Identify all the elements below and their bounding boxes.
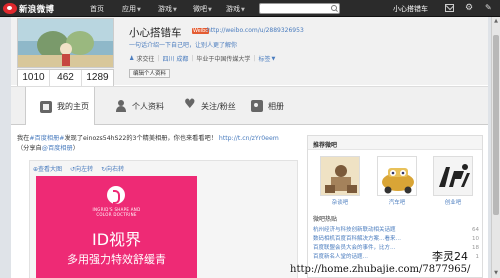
app-thumbnail bbox=[320, 156, 360, 196]
avatar[interactable] bbox=[17, 18, 114, 68]
image-title: ID视界 bbox=[91, 230, 142, 249]
user-icon: ♟ bbox=[129, 55, 135, 62]
brand-logo-icon bbox=[107, 186, 125, 204]
person-icon bbox=[115, 100, 127, 112]
profile-page: 1010 关注 462 粉丝 1289 微博 小心搭错车 Weibo http:… bbox=[11, 17, 488, 278]
recommended-title: 推荐微吧 bbox=[308, 136, 482, 150]
profile-location[interactable]: 四川 成都 bbox=[162, 54, 188, 63]
feed: 我在#百度相册#发现了einozs54hS22的3个精美相册，你也来看看吧！ h… bbox=[11, 125, 299, 278]
divider: | bbox=[191, 55, 194, 62]
tab-label: 关注/粉丝 bbox=[201, 101, 236, 111]
top-navigation-bar: 新浪微博 首页 应用▼ 游戏▼ 微吧▼ 游戏▼ 小心搭错车 ⚙ ✎ bbox=[0, 0, 500, 17]
profile-gender: 求交往 bbox=[136, 56, 155, 63]
image-subtitle: 多用强力特效舒缓青 bbox=[67, 253, 166, 266]
edit-profile-button[interactable]: 编辑个人资料 bbox=[129, 69, 170, 78]
app-item[interactable]: 杂谈吧 bbox=[320, 156, 360, 206]
vertical-scrollbar[interactable]: ▲ ▼ bbox=[491, 17, 500, 278]
search-input[interactable] bbox=[259, 3, 340, 14]
scroll-up-icon[interactable]: ▲ bbox=[493, 18, 499, 24]
app-thumbnail bbox=[377, 156, 417, 196]
chevron-down-icon: ▼ bbox=[173, 7, 177, 13]
app-thumbnail bbox=[433, 156, 473, 196]
nav-item-apps[interactable]: 应用▼ bbox=[122, 4, 141, 14]
tab-label: 个人资料 bbox=[132, 101, 164, 111]
gear-icon[interactable]: ⚙ bbox=[465, 4, 474, 13]
watermark-url: http://home.zhubajie.com/7877965/ bbox=[290, 264, 471, 275]
chevron-down-icon[interactable]: ▼ bbox=[271, 56, 275, 62]
list-item[interactable]: 杭州经济与科技创新联动相关话题 64 bbox=[313, 226, 479, 235]
mail-icon[interactable] bbox=[445, 4, 454, 12]
current-user-name[interactable]: 小心搭错车 bbox=[393, 4, 428, 14]
post-image[interactable]: INGRID'S SHAPE AND COLOR DOCTRINE ID视界 多用… bbox=[36, 176, 197, 278]
post-text: 我在#百度相册#发现了einozs54hS22的3个精美相册，你也来看看吧！ h… bbox=[17, 135, 279, 152]
heart-icon bbox=[184, 97, 196, 112]
nav-item-weiba[interactable]: 微吧▼ bbox=[193, 4, 212, 14]
photo-actions: ⊕查看大图 ↺向左转 ↻向右转 bbox=[33, 164, 124, 173]
app-label: 汽车吧 bbox=[388, 200, 406, 206]
watermark-name: 李灵24 bbox=[432, 250, 468, 263]
rotate-left-button[interactable]: ↺向左转 bbox=[70, 164, 93, 173]
posts-count: 1289 bbox=[86, 72, 109, 83]
logo-text: 新浪微博 bbox=[19, 4, 55, 15]
nav-item-games-2[interactable]: 游戏▼ bbox=[226, 4, 245, 14]
chevron-down-icon: ▼ bbox=[241, 7, 245, 13]
profile-info: ♟ 求交往 | 四川 成都 | 毕业于中国传媒大学 | 标签 ▼ bbox=[129, 54, 275, 63]
chevron-down-icon: ▼ bbox=[208, 7, 212, 13]
profile-name: 小心搭错车 bbox=[129, 27, 182, 39]
divider: | bbox=[253, 55, 256, 62]
profile-url[interactable]: http://weibo.com/u/2889326953 bbox=[207, 27, 304, 34]
divider: | bbox=[157, 55, 160, 62]
nav-item-home[interactable]: 首页 bbox=[90, 4, 104, 14]
image-caption: INGRID'S SHAPE AND COLOR DOCTRINE bbox=[92, 207, 141, 217]
tab-following-followers[interactable]: 关注/粉丝 bbox=[181, 87, 253, 125]
share-source-link[interactable]: @百度相册 bbox=[42, 145, 73, 152]
search-icon[interactable] bbox=[330, 5, 338, 12]
tab-label: 相册 bbox=[268, 101, 284, 111]
weibo-eye-icon bbox=[3, 3, 17, 14]
profile-tags[interactable]: 标签 bbox=[258, 54, 270, 63]
short-url-link[interactable]: http://t.cn/zYr0eem bbox=[219, 135, 279, 142]
tab-profile-info[interactable]: 个人资料 bbox=[109, 87, 181, 125]
home-icon bbox=[40, 100, 52, 113]
tab-home[interactable]: 我的主页 bbox=[25, 87, 95, 126]
view-large-button[interactable]: ⊕查看大图 bbox=[33, 164, 62, 173]
app-item[interactable]: 汽车吧 bbox=[377, 156, 417, 206]
avatar-image bbox=[18, 19, 113, 67]
photo-icon bbox=[251, 100, 263, 112]
list-item[interactable]: 数码相机百度百科解决方案…看来… 10 bbox=[313, 235, 479, 244]
scrollbar-thumb[interactable] bbox=[493, 35, 499, 215]
profile-tabs: 我的主页 个人资料 关注/粉丝 相册 bbox=[11, 86, 488, 126]
app-item[interactable]: 创业吧 bbox=[433, 156, 473, 206]
tab-label: 我的主页 bbox=[57, 102, 89, 111]
rotate-right-button[interactable]: ↻向右转 bbox=[101, 164, 124, 173]
chevron-down-icon: ▼ bbox=[137, 7, 141, 13]
app-label: 杂谈吧 bbox=[331, 200, 349, 206]
tab-photos[interactable]: 相册 bbox=[249, 87, 299, 125]
hot-posts-title: 微吧热贴 bbox=[313, 216, 338, 223]
hashtag-link[interactable]: #百度相册# bbox=[29, 135, 64, 142]
profile-school[interactable]: 毕业于中国传媒大学 bbox=[196, 54, 250, 63]
weibo-logo[interactable]: 新浪微博 bbox=[3, 2, 54, 15]
profile-cover: 1010 关注 462 粉丝 1289 微博 小心搭错车 Weibo http:… bbox=[11, 17, 488, 96]
scroll-down-icon[interactable]: ▼ bbox=[493, 270, 499, 276]
pen-icon[interactable]: ✎ bbox=[485, 4, 494, 12]
profile-bio[interactable]: 一句话介绍一下自己吧，让别人更了解你 bbox=[129, 40, 237, 49]
nav-item-games[interactable]: 游戏▼ bbox=[158, 4, 177, 14]
app-label: 创业吧 bbox=[444, 200, 462, 206]
followers-count: 462 bbox=[57, 72, 74, 83]
following-count: 1010 bbox=[22, 72, 45, 83]
post-photo-card: ⊕查看大图 ↺向左转 ↻向右转 INGRID'S SHAPE AND COLOR … bbox=[29, 160, 298, 278]
